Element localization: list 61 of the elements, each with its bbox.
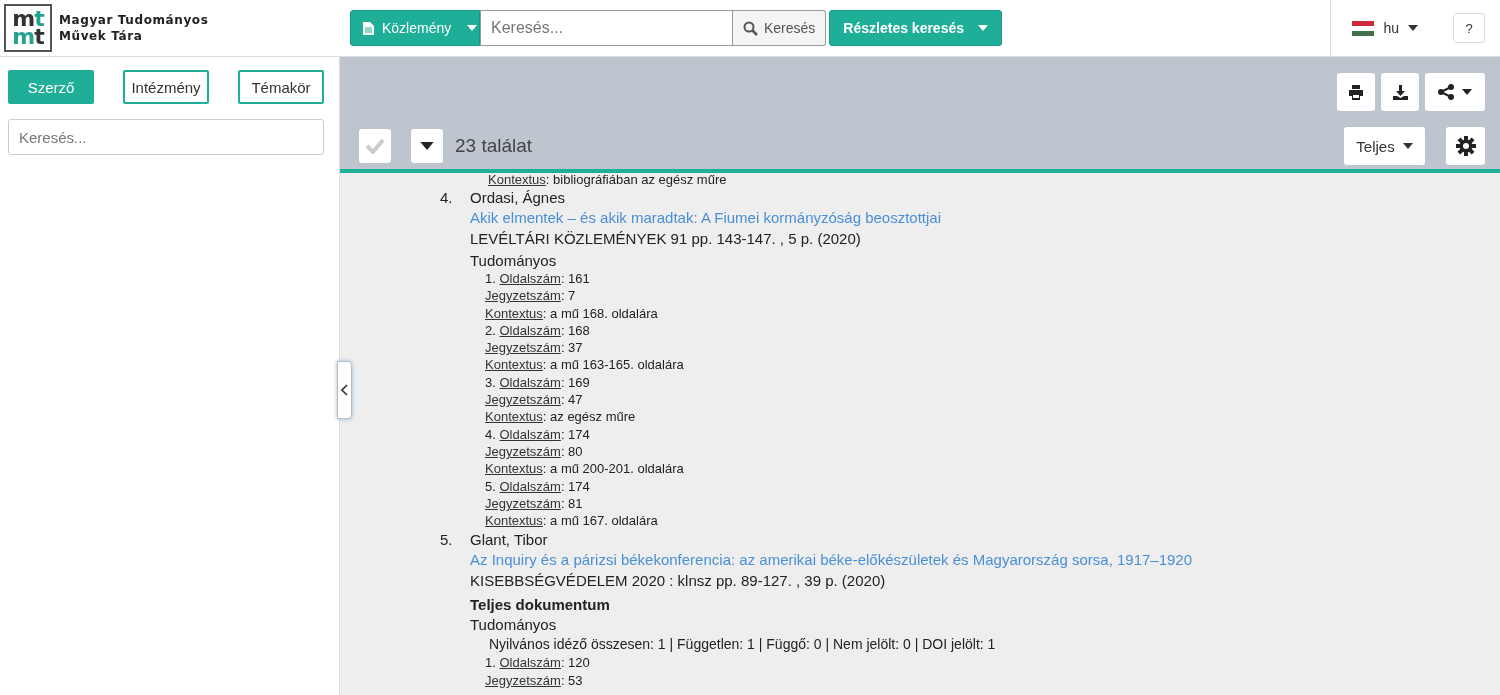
- search-button[interactable]: Keresés: [733, 10, 827, 46]
- caret-icon: [978, 25, 988, 31]
- citation-summary: Nyilvános idéző összesen: 1 | Független: 1 | Függő: 0 | Nem jelölt: 0 | DOI jelölt: 1: [489, 635, 997, 655]
- chevron-left-icon: [341, 384, 348, 396]
- citation-field: Jegyzetszám: 37: [485, 339, 942, 357]
- sidebar-search-field[interactable]: Keresés...: [8, 119, 324, 155]
- citation-field: Kontextus: a mű 163-165. oldalára: [485, 356, 942, 374]
- citation-field: Jegyzetszám: 53: [485, 671, 1193, 690]
- search-icon: [743, 20, 758, 36]
- citation-field: Kontextus: az egész műre: [485, 408, 942, 426]
- help-button[interactable]: ?: [1453, 13, 1485, 43]
- settings-button[interactable]: [1446, 127, 1485, 165]
- citation-field: 2. Oldalszám: 168: [485, 321, 942, 340]
- site-name: Magyar Tudományos Művek Tára: [59, 12, 209, 44]
- print-button[interactable]: [1337, 73, 1375, 111]
- flag-icon: [1352, 20, 1375, 36]
- caret-icon: [1462, 89, 1472, 95]
- check-icon: [365, 138, 385, 154]
- category-label: Tudományos: [470, 616, 558, 635]
- download-button[interactable]: [1381, 73, 1419, 111]
- logo-mark: mt mt: [4, 4, 52, 52]
- citation-field: Jegyzetszám: 81: [485, 494, 942, 513]
- citation-field: Kontextus: a mű 200-201. oldalára: [485, 460, 942, 478]
- citation-field: Kontextus: bibliográfiában az egész műre: [488, 173, 1500, 187]
- language-selector[interactable]: hu: [1383, 20, 1399, 36]
- share-button[interactable]: [1425, 73, 1485, 111]
- caret-icon: [467, 25, 478, 31]
- caret-icon: [420, 142, 434, 150]
- citation-field: 3. Oldalszám: 169: [485, 373, 942, 392]
- share-icon: [1438, 84, 1454, 100]
- citation-field: 5. Oldalszám: 174: [485, 477, 942, 495]
- citation-field: Jegyzetszám: 80: [485, 442, 942, 461]
- sidebar-tab[interactable]: Intézmény: [123, 70, 209, 104]
- full-document-label: Teljes dokumentum: [470, 595, 611, 616]
- citation-field: Jegyzetszám: 7: [485, 287, 942, 305]
- citation-field: Kontextus: a mű 168. oldalára: [485, 304, 942, 322]
- caret-icon: [1408, 25, 1418, 31]
- publication-source: KISEBBSÉGVÉDELEM 2020 : klnsz pp. 89-127. , 39 p. (2020): [470, 571, 887, 592]
- citation-field: 1. Oldalszám: 161: [485, 270, 942, 288]
- author-name: Glant, Tibor: [470, 530, 549, 551]
- download-icon: [1392, 84, 1408, 100]
- citation-field: Jegyzetszám: 47: [485, 391, 942, 409]
- category-label: Tudományos: [470, 252, 558, 270]
- citation-field: 4. Oldalszám: 174: [485, 425, 942, 443]
- publication-source: LEVÉLTÁRI KÖZLEMÉNYEK 91 pp. 143-147. , 5 p. (2020): [470, 229, 862, 249]
- settings-icon: [1455, 136, 1476, 156]
- view-dropdown[interactable]: Teljes: [1344, 127, 1425, 165]
- result-number: 4.: [440, 188, 454, 208]
- select-menu-button[interactable]: [411, 129, 443, 163]
- search-field[interactable]: Keresés...: [480, 10, 733, 46]
- result-number: 5.: [440, 530, 454, 551]
- printer-icon: [1348, 84, 1364, 100]
- document-icon: [363, 21, 374, 35]
- select-all-checkbox[interactable]: [359, 129, 391, 163]
- citation-field: 1. Oldalszám: 120: [485, 654, 1193, 672]
- author-name: Ordasi, Ágnes: [470, 188, 567, 208]
- caret-icon: [1402, 143, 1413, 149]
- result-count: 23 találat: [455, 135, 533, 157]
- citation-field: Kontextus: a mű 167. oldalára: [485, 512, 942, 530]
- sidebar-tab[interactable]: Témakör: [238, 70, 324, 104]
- collapse-sidebar-button[interactable]: [337, 361, 352, 419]
